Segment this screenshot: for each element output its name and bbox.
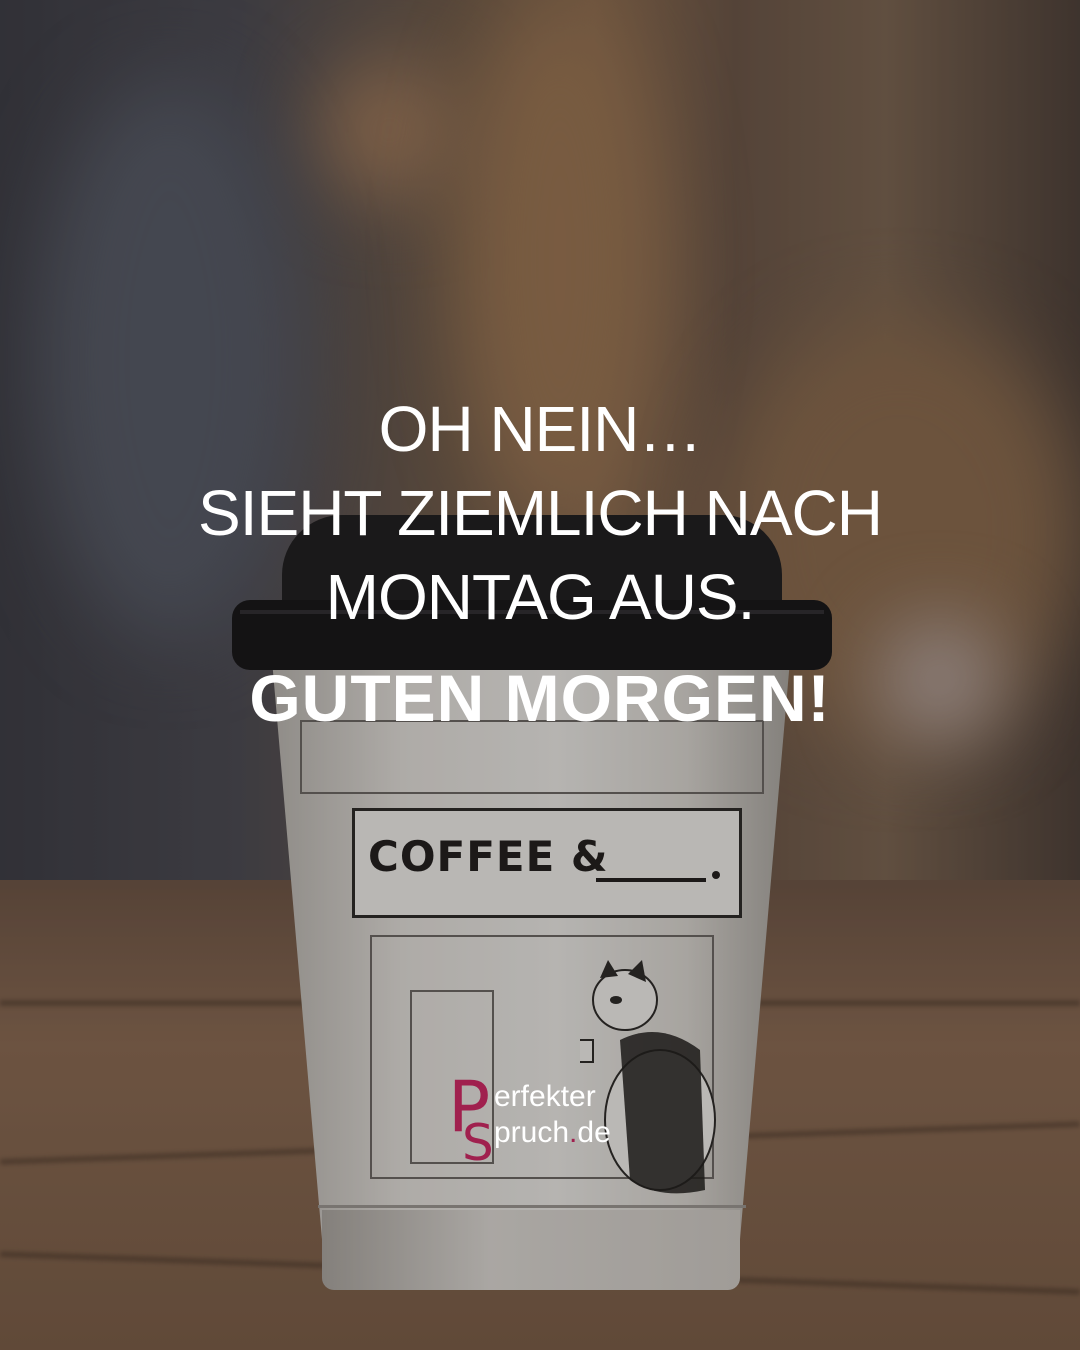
logo-word-2: pruch.de bbox=[494, 1116, 611, 1150]
headline-line-2: SIEHT ZIEMLICH NACH bbox=[198, 477, 883, 549]
headline-line-3: MONTAG AUS. bbox=[325, 561, 756, 633]
logo-word-1: erfekter bbox=[494, 1080, 596, 1113]
perfekter-spruch-logo: P S erfekter pruch.de bbox=[448, 1072, 648, 1172]
logo-tld: de bbox=[577, 1116, 611, 1149]
logo-s-letter: S bbox=[462, 1114, 494, 1172]
headline-greeting: GUTEN MORGEN! bbox=[249, 661, 831, 735]
logo-word-2-main: pruch bbox=[494, 1116, 570, 1149]
headline-line-1: OH NEIN… bbox=[378, 393, 703, 465]
